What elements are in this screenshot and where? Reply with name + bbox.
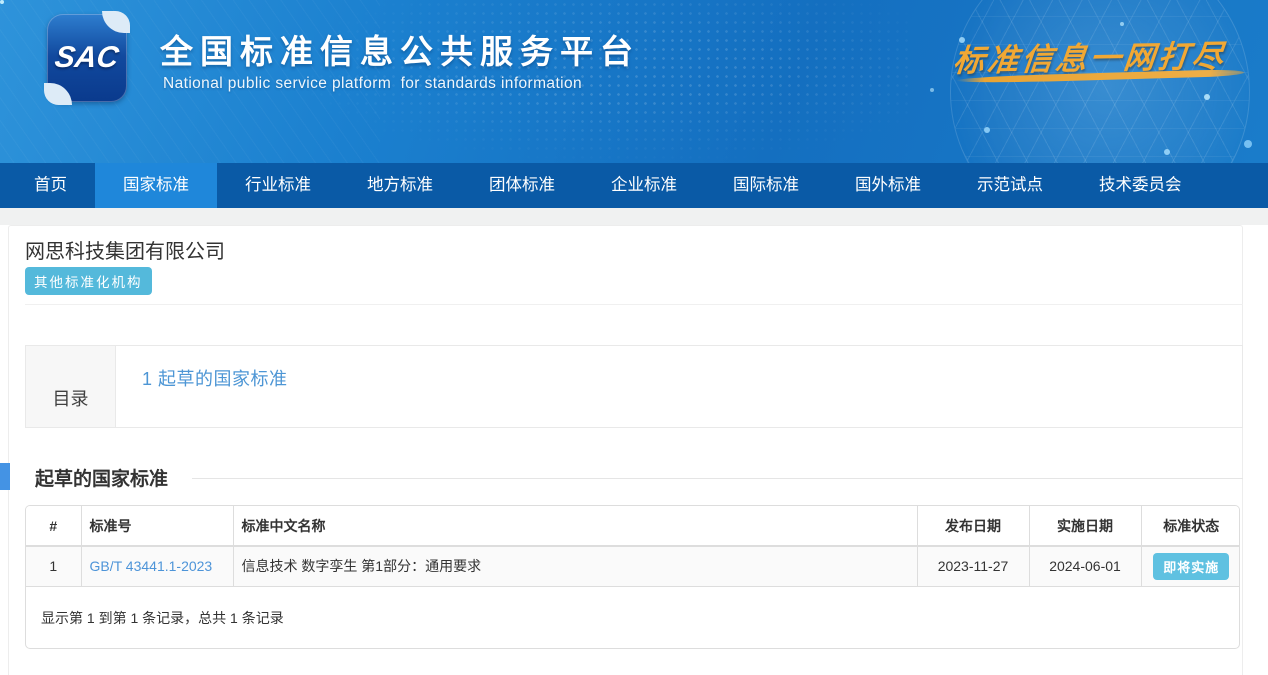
col-header-standard-name: 标准中文名称: [233, 506, 917, 546]
nav-tab-pilot-demo[interactable]: 示范试点: [949, 163, 1071, 208]
nav-tab-national-standards[interactable]: 国家标准: [95, 163, 217, 208]
col-header-standard-code: 标准号: [81, 506, 233, 546]
status-badge: 即将实施: [1153, 553, 1229, 580]
cell-publish-date: 2023-11-27: [917, 546, 1029, 586]
cell-index: 1: [26, 546, 81, 586]
site-title: 全国标准信息公共服务平台: [160, 25, 640, 73]
col-header-index: #: [26, 506, 81, 546]
nav-tab-group-standards[interactable]: 团体标准: [461, 163, 583, 208]
standards-table-container: # 标准号 标准中文名称 发布日期 实施日期 标准状态 1 GB/T 43441…: [25, 505, 1240, 649]
nav-tab-local-standards[interactable]: 地方标准: [339, 163, 461, 208]
col-header-implement-date: 实施日期: [1029, 506, 1141, 546]
section-accent-bar: [0, 463, 10, 490]
nav-tab-technical-committee[interactable]: 技术委员会: [1071, 163, 1210, 208]
main-nav: 首页 国家标准 行业标准 地方标准 团体标准 企业标准 国际标准 国外标准 示范…: [0, 163, 1268, 208]
nav-tab-industry-standards[interactable]: 行业标准: [217, 163, 339, 208]
divider: [25, 304, 1243, 305]
cell-standard-code: GB/T 43441.1-2023: [81, 546, 233, 586]
spark-dots-decor: [0, 0, 4, 4]
nav-tab-international-standards[interactable]: 国际标准: [705, 163, 827, 208]
toc-panel: 目录 1 起草的国家标准: [25, 345, 1243, 428]
col-header-publish-date: 发布日期: [917, 506, 1029, 546]
toc-body: 1 起草的国家标准: [116, 346, 1242, 427]
toc-link-drafted-national-standards[interactable]: 1 起草的国家标准: [142, 369, 288, 389]
cell-standard-name: 信息技术 数字孪生 第1部分：通用要求: [233, 546, 917, 586]
nav-tab-foreign-standards[interactable]: 国外标准: [827, 163, 949, 208]
col-header-status: 标准状态: [1141, 506, 1240, 546]
table-row: 1 GB/T 43441.1-2023 信息技术 数字孪生 第1部分：通用要求 …: [26, 546, 1240, 586]
table-header-row: # 标准号 标准中文名称 发布日期 实施日期 标准状态: [26, 506, 1240, 546]
table-record-summary: 显示第 1 到第 1 条记录，总共 1 条记录: [26, 587, 1239, 649]
site-header: SAC 全国标准信息公共服务平台 National public service…: [0, 0, 1268, 163]
standards-table: # 标准号 标准中文名称 发布日期 实施日期 标准状态 1 GB/T 43441…: [26, 506, 1240, 587]
toc-label: 目录: [26, 346, 116, 427]
standard-code-link[interactable]: GB/T 43441.1-2023: [90, 558, 213, 574]
site-subtitle: National public service platform for sta…: [163, 75, 582, 93]
sac-logo-text: SAC: [53, 41, 121, 75]
nav-content-gap: [0, 208, 1268, 225]
organization-name: 网思科技集团有限公司: [25, 235, 225, 264]
nav-tab-home[interactable]: 首页: [6, 163, 95, 208]
section-rule: [192, 478, 1243, 479]
section-title: 起草的国家标准: [35, 464, 168, 491]
cell-status: 即将实施: [1141, 546, 1240, 586]
organization-type-badge: 其他标准化机构: [25, 267, 152, 295]
sac-logo[interactable]: SAC: [47, 14, 127, 102]
cell-implement-date: 2024-06-01: [1029, 546, 1141, 586]
nav-tab-enterprise-standards[interactable]: 企业标准: [583, 163, 705, 208]
